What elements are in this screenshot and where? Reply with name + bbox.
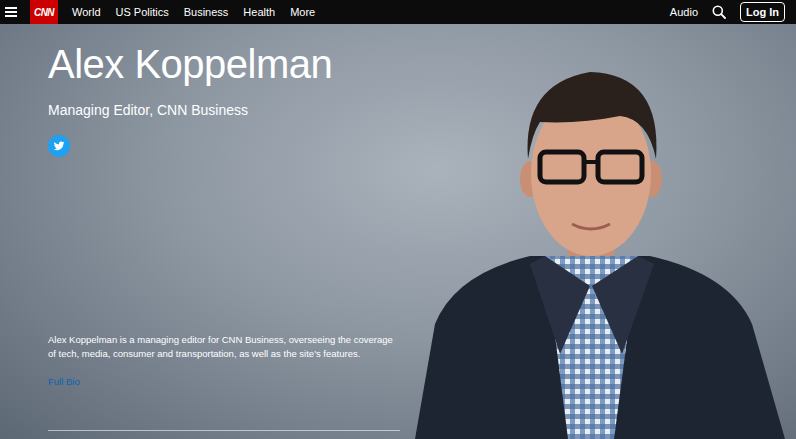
- search-icon[interactable]: [712, 5, 726, 19]
- divider: [48, 430, 400, 431]
- login-button[interactable]: Log In: [740, 2, 785, 22]
- cnn-logo[interactable]: CNN: [30, 0, 58, 24]
- profile-photo: [400, 24, 796, 439]
- nav-item[interactable]: Health: [243, 4, 275, 21]
- profile-hero: Alex Koppelman Managing Editor, CNN Busi…: [0, 24, 796, 439]
- profile-title: Managing Editor, CNN Business: [48, 100, 400, 121]
- full-bio-link[interactable]: Full Bio: [48, 375, 80, 389]
- nav-item[interactable]: US Politics: [116, 4, 169, 21]
- nav-item[interactable]: Business: [184, 4, 229, 21]
- nav-item[interactable]: World: [72, 4, 101, 21]
- nav-item[interactable]: More: [290, 4, 315, 21]
- audio-link[interactable]: Audio: [670, 4, 698, 21]
- profile-name: Alex Koppelman: [48, 42, 400, 86]
- profile-bio: Alex Koppelman is a managing editor for …: [48, 333, 400, 361]
- menu-icon[interactable]: [5, 7, 17, 17]
- top-navbar: CNN World US Politics Business Health More A…: [0, 0, 796, 24]
- twitter-icon[interactable]: [48, 135, 70, 157]
- nav-menu: World US Politics Business Health More: [72, 4, 315, 21]
